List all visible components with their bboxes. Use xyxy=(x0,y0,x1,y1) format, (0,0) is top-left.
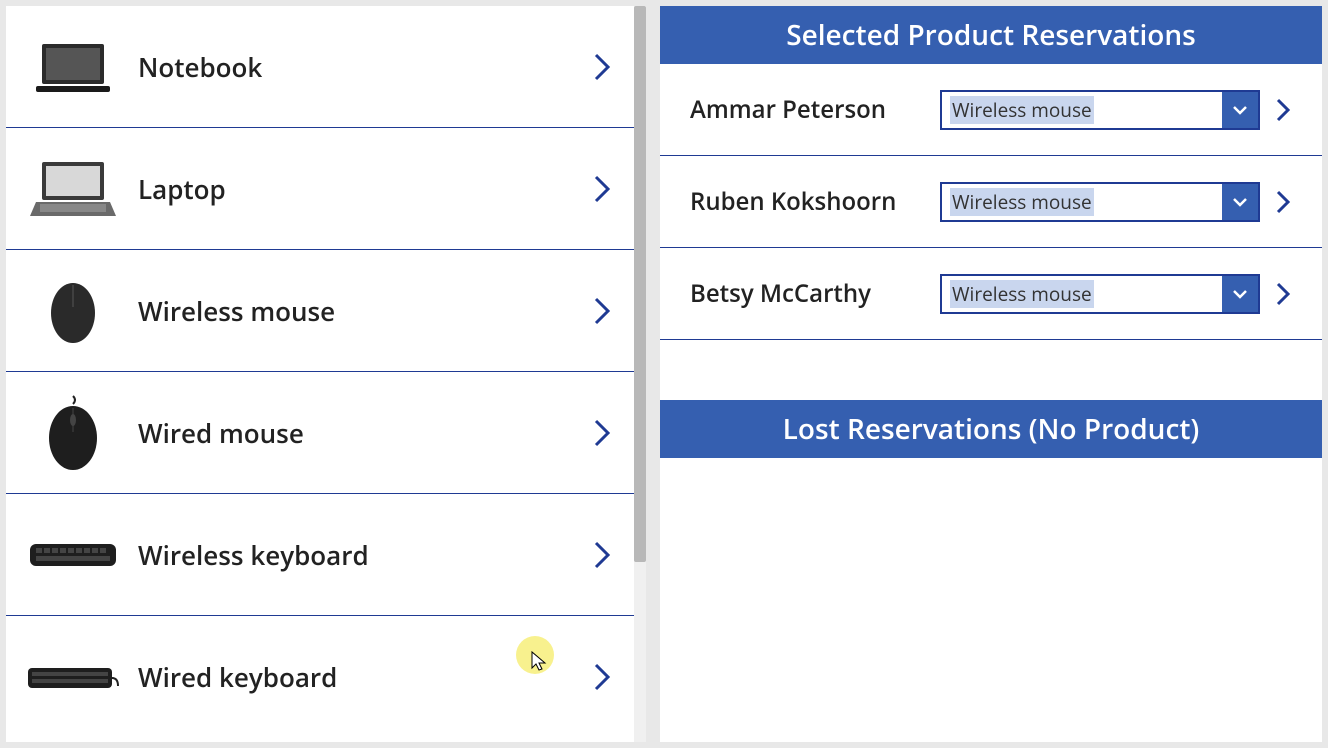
reservation-row: Ammar Peterson Wireless mouse xyxy=(660,64,1322,156)
product-select-value: Wireless mouse xyxy=(942,189,1222,215)
product-label: Notebook xyxy=(138,49,588,85)
wired-mouse-icon xyxy=(26,398,120,468)
scrollbar-thumb[interactable] xyxy=(634,6,646,562)
chevron-right-icon[interactable] xyxy=(1270,94,1296,126)
chevron-right-icon xyxy=(588,171,616,207)
reservation-name: Betsy McCarthy xyxy=(690,277,940,310)
product-label: Wireless mouse xyxy=(138,293,588,329)
keyboard-icon xyxy=(26,520,120,590)
product-label: Wired mouse xyxy=(138,415,588,451)
selected-reservations-header: Selected Product Reservations xyxy=(660,6,1322,64)
scrollbar-track[interactable] xyxy=(634,6,646,742)
product-list-panel: Notebook Laptop Wireless mouse Wired mou… xyxy=(6,6,646,742)
product-select-value: Wireless mouse xyxy=(942,281,1222,307)
product-select-value: Wireless mouse xyxy=(942,97,1222,123)
product-row-notebook[interactable]: Notebook xyxy=(6,6,646,128)
reservation-row: Betsy McCarthy Wireless mouse xyxy=(660,248,1322,340)
notebook-icon xyxy=(26,32,120,102)
chevron-right-icon[interactable] xyxy=(1270,278,1296,310)
reservation-name: Ruben Kokshoorn xyxy=(690,185,940,218)
chevron-right-icon xyxy=(588,49,616,85)
product-select[interactable]: Wireless mouse xyxy=(940,90,1260,130)
product-label: Laptop xyxy=(138,171,588,207)
product-row-wireless-keyboard[interactable]: Wireless keyboard xyxy=(6,494,646,616)
chevron-right-icon xyxy=(588,415,616,451)
product-row-wireless-mouse[interactable]: Wireless mouse xyxy=(6,250,646,372)
product-select[interactable]: Wireless mouse xyxy=(940,182,1260,222)
keyboard-icon xyxy=(26,642,120,712)
lost-reservations-header: Lost Reservations (No Product) xyxy=(660,400,1322,458)
chevron-down-icon[interactable] xyxy=(1222,92,1258,128)
product-select[interactable]: Wireless mouse xyxy=(940,274,1260,314)
product-row-wired-keyboard[interactable]: Wired keyboard xyxy=(6,616,646,738)
chevron-right-icon xyxy=(588,537,616,573)
chevron-right-icon xyxy=(588,659,616,695)
product-row-laptop[interactable]: Laptop xyxy=(6,128,646,250)
reservations-panel: Selected Product Reservations Ammar Pete… xyxy=(660,6,1322,742)
reservation-name: Ammar Peterson xyxy=(690,93,940,126)
laptop-icon xyxy=(26,154,120,224)
chevron-right-icon[interactable] xyxy=(1270,186,1296,218)
reservation-row: Ruben Kokshoorn Wireless mouse xyxy=(660,156,1322,248)
product-label: Wireless keyboard xyxy=(138,537,588,573)
product-row-wired-mouse[interactable]: Wired mouse xyxy=(6,372,646,494)
mouse-icon xyxy=(26,276,120,346)
chevron-down-icon[interactable] xyxy=(1222,184,1258,220)
chevron-down-icon[interactable] xyxy=(1222,276,1258,312)
product-label: Wired keyboard xyxy=(138,659,588,695)
chevron-right-icon xyxy=(588,293,616,329)
